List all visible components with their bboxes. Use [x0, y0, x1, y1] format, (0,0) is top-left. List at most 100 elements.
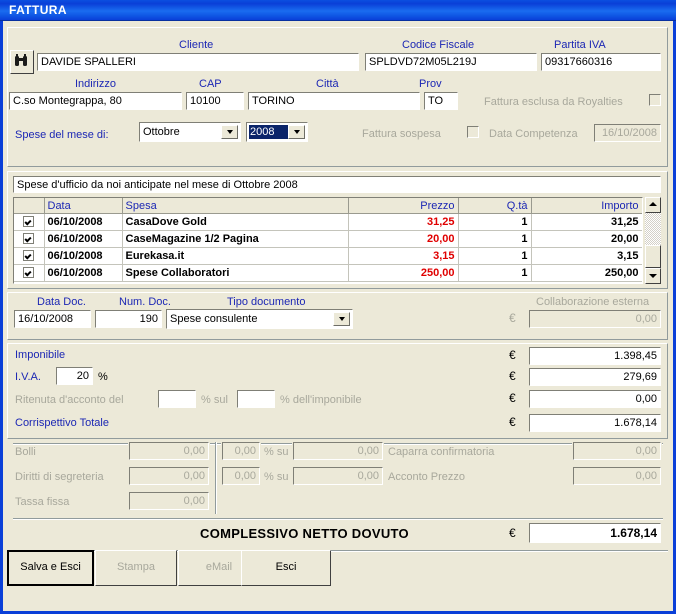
citta-input[interactable]: TORINO	[247, 91, 421, 111]
table-row[interactable]: 06/10/2008 Spese Collaboratori 250,00 1 250,…	[14, 264, 642, 282]
cap-input[interactable]: 10100	[185, 91, 245, 111]
chevron-down-icon[interactable]	[288, 125, 305, 139]
cell-qta[interactable]: 1	[458, 230, 532, 248]
partita-iva-input[interactable]: 09317660316	[540, 52, 662, 72]
scroll-up-button[interactable]	[645, 197, 661, 213]
acconto-pct-input: 0,00	[221, 466, 261, 486]
tipo-doc-value: Spese consulente	[170, 313, 258, 325]
salva-e-esci-button[interactable]: Salva e Esci	[7, 550, 94, 586]
cell-importo[interactable]: 20,00	[531, 230, 642, 248]
cell-prezzo[interactable]: 3,15	[348, 247, 459, 265]
ritenuta-rate-input[interactable]	[157, 389, 197, 409]
scroll-down-button[interactable]	[645, 268, 661, 284]
cell-prezzo[interactable]: 31,25	[348, 213, 459, 231]
citta-label: Città	[316, 78, 339, 90]
row-checkbox[interactable]	[23, 233, 35, 245]
tipo-doc-select[interactable]: Spese consulente	[165, 308, 354, 330]
table-row[interactable]: 06/10/2008 Eurekasa.it 3,15 1 3,15	[14, 247, 642, 265]
grid-header-row: Data Spesa Prezzo Q.tà Importo	[14, 198, 642, 214]
grid-col-check[interactable]	[14, 198, 45, 214]
grid-col-prezzo[interactable]: Prezzo	[348, 198, 459, 214]
grid-col-importo[interactable]: Importo	[531, 198, 642, 214]
esci-button[interactable]: Esci	[241, 550, 331, 586]
mese-select[interactable]: Ottobre	[138, 121, 242, 143]
cell-data[interactable]: 06/10/2008	[44, 247, 123, 265]
description-input[interactable]: Spese d'ufficio da noi anticipate nel me…	[12, 175, 662, 194]
cell-importo[interactable]: 3,15	[531, 247, 642, 265]
cell-importo[interactable]: 31,25	[531, 213, 642, 231]
fattura-sospesa-checkbox[interactable]	[466, 125, 480, 139]
euro-symbol-imponibile: €	[509, 348, 516, 362]
fattura-sospesa-label: Fattura sospesa	[362, 128, 441, 140]
cell-qta[interactable]: 1	[458, 213, 532, 231]
title-bar[interactable]: FATTURA	[0, 0, 676, 21]
royalties-checkbox[interactable]	[648, 93, 662, 107]
expenses-grid[interactable]: Data Spesa Prezzo Q.tà Importo 06/10/200…	[12, 196, 644, 285]
row-checkbox[interactable]	[23, 216, 35, 228]
prov-input[interactable]: TO	[423, 91, 459, 111]
prov-label: Prov	[419, 78, 442, 90]
grid-scrollbar[interactable]	[645, 197, 661, 284]
grid-col-spesa[interactable]: Spesa	[122, 198, 349, 214]
binoculars-icon	[15, 54, 27, 66]
chevron-down-icon[interactable]	[221, 125, 238, 139]
data-doc-input[interactable]: 16/10/2008	[13, 309, 92, 329]
caparra-base-input: 0,00	[292, 441, 384, 461]
num-doc-input[interactable]: 190	[94, 309, 163, 329]
acconto-base-input: 0,00	[292, 466, 384, 486]
cell-spesa[interactable]: Eurekasa.it	[122, 247, 349, 265]
corrispettivo-label: Corrispettivo Totale	[15, 417, 109, 429]
imponibile-value: 1.398,45	[528, 346, 662, 366]
cliente-input[interactable]: DAVIDE SPALLERI	[36, 52, 360, 72]
row-checkbox-cell[interactable]	[14, 213, 45, 231]
cell-qta[interactable]: 1	[458, 264, 532, 282]
search-client-button[interactable]	[10, 50, 34, 74]
iva-value: 279,69	[528, 367, 662, 387]
indirizzo-input[interactable]: C.so Montegrappa, 80	[8, 91, 183, 111]
cell-spesa[interactable]: CasaDove Gold	[122, 213, 349, 231]
cell-data[interactable]: 06/10/2008	[44, 213, 123, 231]
spese-mese-label: Spese del mese di:	[15, 129, 109, 141]
cell-spesa[interactable]: Spese Collaboratori	[122, 264, 349, 282]
bolli-label: Bolli	[15, 446, 36, 458]
diritti-input: 0,00	[128, 466, 210, 486]
cell-data[interactable]: 06/10/2008	[44, 264, 123, 282]
row-checkbox-cell[interactable]	[14, 247, 45, 265]
ritenuta-sul-label: % sul	[201, 394, 228, 406]
cell-importo[interactable]: 250,00	[531, 264, 642, 282]
table-row[interactable]: 06/10/2008 CaseMagazine 1/2 Pagina 20,00 1 2…	[14, 230, 642, 248]
cell-prezzo[interactable]: 250,00	[348, 264, 459, 282]
window-title: FATTURA	[9, 3, 67, 17]
codice-fiscale-input[interactable]: SPLDVD72M05L219J	[364, 52, 538, 72]
num-doc-label: Num. Doc.	[119, 296, 171, 308]
cell-spesa[interactable]: CaseMagazine 1/2 Pagina	[122, 230, 349, 248]
row-checkbox-cell[interactable]	[14, 264, 45, 282]
euro-symbol-corrispettivo: €	[509, 415, 516, 429]
cell-qta[interactable]: 1	[458, 247, 532, 265]
grid-body: 06/10/2008 CasaDove Gold 31,25 1 31,25 06/10/…	[14, 213, 642, 282]
ritenuta-imponibile-label: % dell'imponibile	[280, 394, 362, 406]
cap-label: CAP	[199, 78, 222, 90]
caparra-su-label: % su	[264, 446, 289, 458]
caparra-label: Caparra confirmatoria	[388, 446, 495, 458]
anno-select[interactable]: 2008	[245, 121, 309, 143]
row-checkbox[interactable]	[23, 267, 35, 279]
iva-rate-input[interactable]: 20	[55, 366, 94, 386]
euro-symbol-grand-total: €	[509, 526, 516, 540]
grid-col-data[interactable]: Data	[44, 198, 123, 214]
row-checkbox[interactable]	[23, 250, 35, 262]
data-competenza-input: 16/10/2008	[593, 123, 662, 143]
ritenuta-label: Ritenuta d'acconto del	[15, 394, 124, 406]
cell-prezzo[interactable]: 20,00	[348, 230, 459, 248]
fattura-window: FATTURA Cliente Codice Fiscale Partita I…	[0, 0, 676, 614]
table-row[interactable]: 06/10/2008 CasaDove Gold 31,25 1 31,25	[14, 213, 642, 231]
caparra-value-input: 0,00	[572, 441, 662, 461]
royalties-label: Fattura esclusa da Royalties	[484, 96, 623, 108]
row-checkbox-cell[interactable]	[14, 230, 45, 248]
ritenuta-sul-rate-input[interactable]	[236, 389, 276, 409]
data-doc-label: Data Doc.	[37, 296, 86, 308]
scrollbar-thumb[interactable]	[645, 245, 661, 268]
cell-data[interactable]: 06/10/2008	[44, 230, 123, 248]
chevron-down-icon[interactable]	[333, 312, 350, 326]
grid-col-qta[interactable]: Q.tà	[458, 198, 532, 214]
